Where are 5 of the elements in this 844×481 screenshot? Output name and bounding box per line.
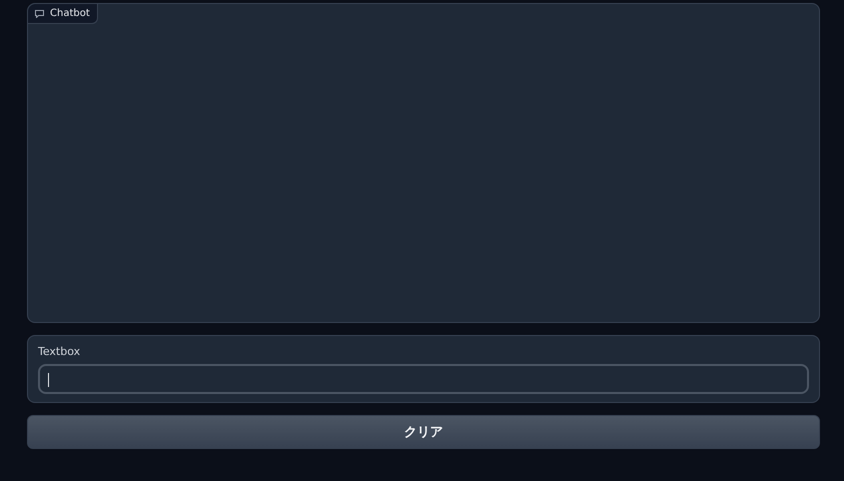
input-field[interactable]	[38, 364, 809, 394]
chatbot-label: Chatbot	[28, 4, 98, 24]
clear-button[interactable]: クリア	[27, 415, 820, 449]
chat-icon	[35, 10, 44, 18]
textbox-label: Textbox	[38, 345, 80, 358]
